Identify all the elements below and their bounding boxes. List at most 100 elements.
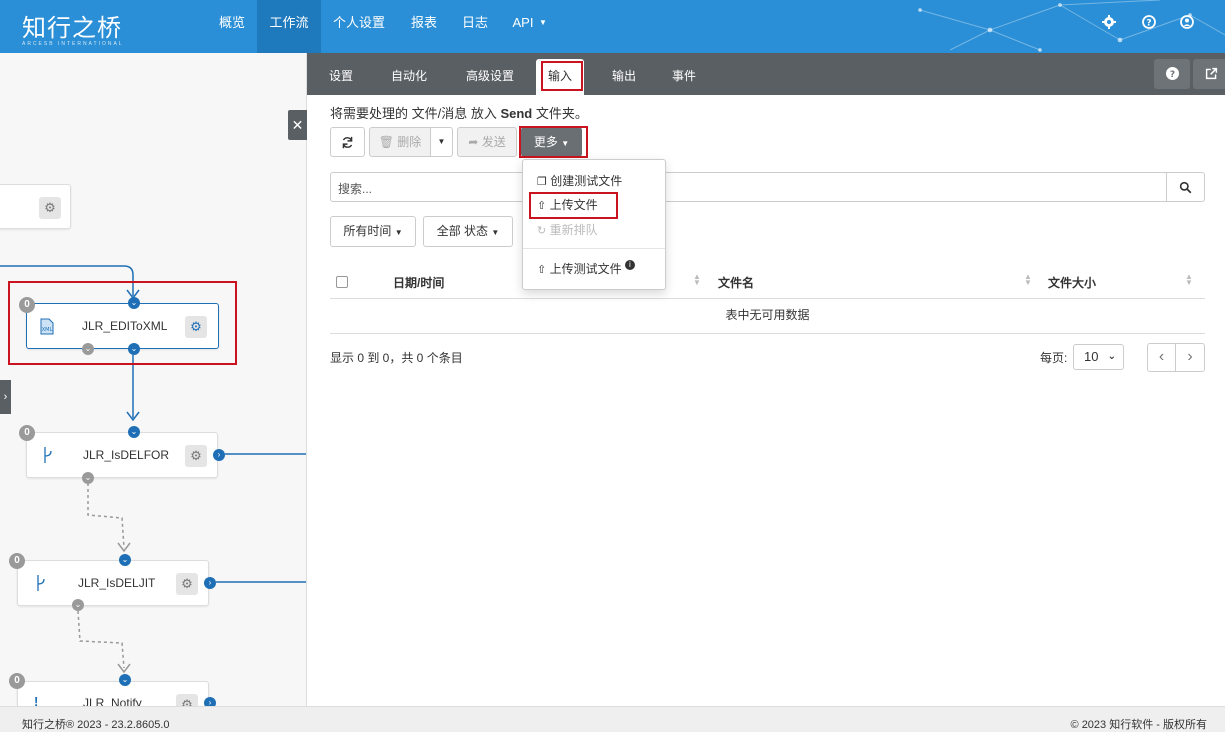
nav-profile[interactable]: 个人设置 [327, 0, 391, 53]
workflow-node-isdelfor[interactable]: JLR_IsDELFOR ⚙ [26, 432, 218, 478]
connector-tabs: 设置 自动化 高级设置 输入 输出 事件 ? [307, 53, 1225, 95]
settings-gear-icon[interactable] [1101, 14, 1117, 30]
workflow-node-notify[interactable]: ! JLR_Notify ⚙ [17, 681, 209, 706]
node-count-badge: 0 [9, 673, 25, 689]
column-filesize[interactable]: 文件大小 [1048, 274, 1096, 291]
error-port-icon[interactable]: ⌄ [72, 599, 84, 611]
output-port-icon[interactable]: › [213, 449, 225, 461]
nav-workflow[interactable]: 工作流 [257, 0, 321, 53]
node-label: JLR_IsDELFOR [83, 448, 170, 462]
help-icon[interactable]: ? [1141, 14, 1157, 30]
tab-settings[interactable]: 设置 [321, 53, 361, 95]
per-page-select[interactable]: 10 ⌄ [1073, 344, 1124, 370]
share-arrow-icon: ➦ [468, 135, 479, 149]
node-settings-gear-icon[interactable]: ⚙ [39, 197, 61, 219]
help-icon: ? [1165, 67, 1179, 80]
network-decoration [918, 0, 1225, 52]
caret-down-icon: ▼ [394, 228, 403, 237]
delete-dropdown-toggle[interactable]: ▼ [430, 127, 453, 157]
menu-item-upload-test-file[interactable]: ⇧ 上传测试文件 i [537, 260, 635, 277]
menu-label: 上传测试文件 [549, 262, 622, 276]
status-filter-dropdown[interactable]: 全部 状态 ▼ [423, 216, 513, 247]
svg-text:?: ? [1169, 70, 1174, 80]
menu-item-create-test-file[interactable]: ❐ 创建测试文件 [537, 172, 622, 189]
nav-logs[interactable]: 日志 [455, 0, 495, 53]
branch-icon [37, 575, 45, 591]
workflow-canvas[interactable]: ⚙ XML JLR_EDIToXML ⚙ 0 ⌄ ⌄ ⌄ JLR_IsDELFO… [0, 53, 307, 706]
nav-api[interactable]: API [509, 0, 537, 53]
redo-icon: ↻ [537, 225, 547, 237]
menu-item-requeue[interactable]: ↻ 重新排队 [537, 221, 598, 238]
send-label: 发送 [481, 135, 506, 149]
expand-panel-handle[interactable]: › [0, 380, 11, 414]
workflow-node-isdeljit[interactable]: JLR_IsDELJIT ⚙ [17, 560, 209, 606]
time-filter-dropdown[interactable]: 所有时间 ▼ [330, 216, 416, 247]
upload-icon: ⇧ [537, 264, 547, 276]
chevron-down-icon: ⌄ [1107, 351, 1116, 362]
branch-icon [44, 447, 52, 463]
nav-api-caret-icon: ▼ [539, 18, 547, 27]
delete-button[interactable]: 🗑 删除 [369, 127, 431, 157]
node-count-badge: 0 [9, 553, 25, 569]
search-placeholder: 搜索... [338, 182, 373, 196]
search-box[interactable]: 搜索... [330, 172, 1167, 202]
per-page-value: 10 [1084, 349, 1099, 364]
send-button[interactable]: ➦ 发送 [457, 127, 517, 157]
input-port-icon[interactable]: ⌄ [119, 674, 131, 686]
menu-label: 重新排队 [549, 223, 598, 237]
description-folder: Send [500, 106, 533, 121]
column-filename[interactable]: 文件名 [718, 274, 754, 291]
logo-text: 知行之桥 [22, 14, 122, 42]
tab-advanced[interactable]: 高级设置 [458, 53, 522, 95]
tab-output[interactable]: 输出 [604, 53, 644, 95]
input-port-icon[interactable]: ⌄ [119, 554, 131, 566]
caret-down-icon: ▼ [491, 228, 500, 237]
trash-icon: 🗑 [378, 135, 394, 149]
workflow-node-partial[interactable]: ⚙ [0, 184, 71, 229]
refresh-button[interactable] [330, 127, 365, 157]
description-prefix: 将需要处理的 文件/消息 放入 [330, 106, 497, 121]
select-all-checkbox[interactable] [336, 276, 348, 288]
node-label: JLR_Notify [83, 696, 142, 706]
open-external-button[interactable] [1193, 59, 1225, 89]
more-highlight-frame [519, 126, 588, 158]
svg-text:?: ? [1146, 19, 1151, 29]
delete-label: 删除 [397, 135, 422, 149]
help-button[interactable]: ? [1154, 59, 1190, 89]
nav-reports[interactable]: 报表 [404, 0, 444, 53]
sort-icon[interactable]: ▲ ▼ [693, 273, 701, 287]
workflow-connectors [0, 265, 306, 674]
info-icon[interactable]: i [624, 260, 635, 270]
node-count-badge: 0 [19, 425, 35, 441]
tab-automation[interactable]: 自动化 [383, 53, 435, 95]
footer: 知行之桥® 2023 - 23.2.8605.0 © 2023 知行软件 - 版… [0, 706, 1225, 732]
sort-icon[interactable]: ▲ ▼ [1185, 273, 1193, 287]
status-filter-label: 全部 状态 [436, 224, 489, 238]
tab-events[interactable]: 事件 [664, 53, 704, 95]
node-settings-gear-icon[interactable]: ⚙ [185, 445, 207, 467]
error-port-icon[interactable]: ⌄ [82, 472, 94, 484]
tab-highlight-frame [541, 61, 583, 91]
node-settings-gear-icon[interactable]: ⚙ [176, 573, 198, 595]
output-port-icon[interactable]: › [204, 697, 216, 706]
close-panel-button[interactable]: ✕ [288, 110, 307, 140]
previous-page-button[interactable]: ‹ [1147, 343, 1176, 372]
nav-overview[interactable]: 概览 [212, 0, 252, 53]
user-account-icon[interactable] [1179, 14, 1195, 30]
upload-highlight-frame [529, 192, 618, 219]
search-icon [1179, 181, 1192, 194]
more-dropdown-menu: ❐ 创建测试文件 ⇧ 上传文件 ↻ 重新排队 ⇧ 上传测试文件 i [522, 159, 666, 290]
menu-label: 创建测试文件 [550, 174, 623, 188]
app-logo[interactable]: 知行之桥 ARCESB INTERNATIONAL [22, 8, 124, 47]
menu-divider [523, 248, 665, 249]
notify-icon: ! [34, 694, 39, 706]
input-port-icon[interactable]: ⌄ [128, 426, 140, 438]
search-button[interactable] [1166, 172, 1205, 202]
sort-icon[interactable]: ▲ ▼ [1024, 273, 1032, 287]
column-datetime[interactable]: 日期/时间 [393, 274, 444, 291]
output-port-icon[interactable]: › [204, 577, 216, 589]
node-settings-gear-icon[interactable]: ⚙ [176, 694, 198, 706]
external-link-icon [1205, 67, 1217, 80]
next-page-button[interactable]: › [1175, 343, 1205, 372]
top-navbar: 知行之桥 ARCESB INTERNATIONAL 概览 工作流 个人设置 报表… [0, 0, 1225, 53]
